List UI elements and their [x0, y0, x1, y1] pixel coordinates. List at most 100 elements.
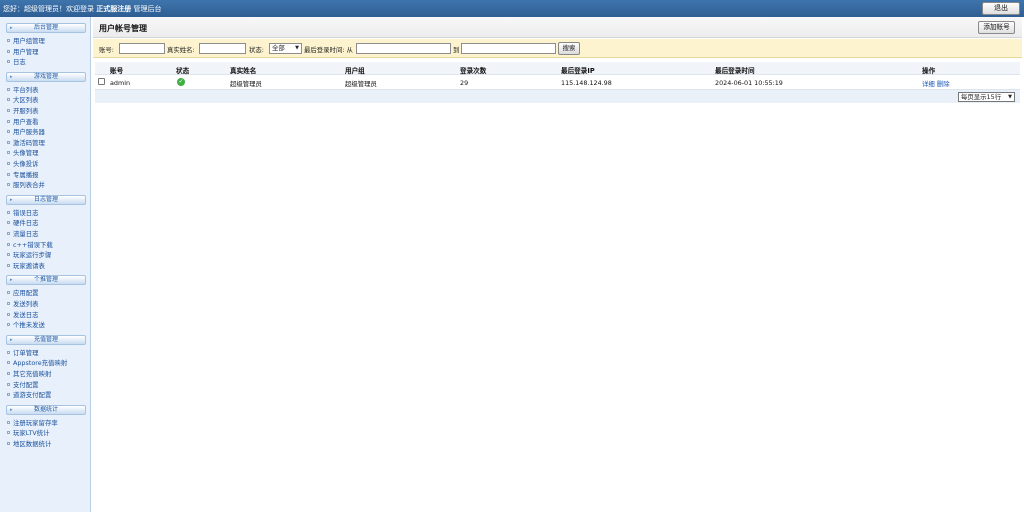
square-bullet-icon — [7, 210, 10, 214]
sidebar-section-header[interactable]: ▸ 日志管理 — [6, 194, 86, 205]
sidebar-item[interactable]: 专属播报 — [7, 171, 39, 180]
status-select[interactable]: 全部 ▼ — [269, 43, 302, 54]
row-checkbox[interactable] — [98, 78, 105, 85]
sidebar-item-label: 平台列表 — [13, 85, 39, 94]
chevron-down-icon: ▼ — [1008, 94, 1012, 100]
square-bullet-icon — [7, 151, 10, 155]
search-button[interactable]: 搜索 — [558, 42, 580, 55]
sidebar-item-label: 开服列表 — [13, 107, 39, 115]
sidebar-item[interactable]: 玩家运行步骤 — [7, 251, 51, 260]
sidebar-section-header[interactable]: ▸ 后台管理 — [6, 23, 86, 33]
sidebar-item[interactable]: 用户查看 — [7, 118, 39, 127]
sidebar-item-label: 日志 — [13, 58, 26, 67]
lastlogin-label: 最后登录时间: 从 — [304, 46, 353, 54]
top-bar: 您好：超级管理员！欢迎登录 正式服注册 管理后台 退出 — [0, 0, 1024, 17]
sidebar-section-title: 个推管理 — [33, 276, 58, 284]
sidebar-item-label: 头像投诉 — [13, 160, 39, 168]
square-bullet-icon — [7, 140, 10, 144]
sidebar-item-label: 头像管理 — [13, 149, 39, 158]
sidebar-item-label: 玩家LTV统计 — [13, 429, 50, 438]
status-selected: 全部 — [272, 44, 285, 52]
sidebar-item-label: 用户服务器 — [13, 128, 45, 137]
sidebar-item[interactable]: 支付配置 — [7, 381, 39, 390]
square-bullet-icon — [7, 242, 10, 246]
sidebar-item[interactable]: 头像投诉 — [7, 160, 39, 169]
sidebar-item[interactable]: 注册玩家留存率 — [7, 419, 58, 428]
delete-link[interactable]: 删除 — [937, 80, 950, 88]
sidebar-item-label: 支付配置 — [13, 380, 39, 389]
square-bullet-icon — [7, 420, 10, 424]
sidebar-item[interactable]: 日志 — [7, 58, 26, 67]
panel-header: 用户帐号管理 添加帐号 — [93, 17, 1022, 38]
per-page-select[interactable]: 每页显示15行 ▼ — [958, 92, 1015, 102]
date-to-input[interactable] — [461, 43, 556, 54]
sidebar-item[interactable]: 用户组管理 — [7, 37, 45, 46]
sidebar-section-title: 后台管理 — [33, 24, 58, 31]
sidebar-section-header[interactable]: ▸ 充值管理 — [6, 334, 86, 345]
sidebar-item-label: 大区列表 — [13, 96, 39, 105]
sidebar-section-header[interactable]: ▸ 个推管理 — [6, 275, 86, 286]
sidebar-section-header[interactable]: ▸ 游戏管理 — [6, 71, 86, 82]
sidebar-item[interactable]: 发送列表 — [7, 300, 39, 309]
sidebar-item[interactable]: 激活码管理 — [7, 139, 45, 148]
sidebar-item[interactable]: 地区数据统计 — [7, 440, 51, 449]
sidebar-item[interactable]: 应用配置 — [7, 289, 39, 298]
col-actions: 操作 — [922, 67, 936, 75]
realname-input[interactable] — [199, 43, 246, 54]
sidebar-item[interactable]: 玩家LTV统计 — [7, 429, 50, 438]
add-account-button[interactable]: 添加帐号 — [978, 21, 1015, 34]
square-bullet-icon — [7, 162, 10, 165]
sidebar-item-label: 个推未发送 — [13, 321, 45, 330]
table-header: 账号 状态 真实姓名 用户组 登录次数 最后登录IP 最后登录时间 操作 — [95, 62, 1020, 75]
col-logins: 登录次数 — [460, 67, 487, 75]
col-time: 最后登录时间 — [715, 67, 755, 75]
sidebar-item[interactable]: 服列表合并 — [7, 181, 45, 190]
sidebar-item-label: 发送日志 — [13, 310, 39, 319]
account-input[interactable] — [119, 43, 165, 54]
sidebar-item-label: 订单管理 — [13, 348, 39, 357]
sidebar-item[interactable]: 其它充值映射 — [7, 370, 51, 379]
sidebar-item[interactable]: 个推未发送 — [7, 321, 45, 330]
chevron-right-icon: ▸ — [10, 196, 13, 203]
square-bullet-icon — [7, 98, 10, 102]
sidebar-item[interactable]: 用户管理 — [7, 48, 39, 57]
sidebar-item[interactable]: 流量日志 — [7, 230, 39, 239]
sidebar-item[interactable]: 用户服务器 — [7, 128, 45, 137]
accounts-table: 账号 状态 真实姓名 用户组 登录次数 最后登录IP 最后登录时间 操作 adm… — [95, 62, 1020, 103]
date-from-input[interactable] — [356, 43, 451, 54]
account-label: 账号: — [99, 46, 114, 54]
sidebar-item[interactable]: 玩家邀请表 — [7, 262, 45, 271]
square-bullet-icon — [7, 393, 10, 397]
sidebar-item[interactable]: 大区列表 — [7, 96, 39, 105]
sidebar-item[interactable]: Appstore充值映射 — [7, 359, 67, 368]
col-status: 状态 — [176, 67, 190, 75]
sidebar-item-label: 玩家邀请表 — [13, 261, 45, 270]
square-bullet-icon — [7, 323, 10, 327]
sidebar-item[interactable]: 道游支付配置 — [7, 391, 51, 400]
sidebar-item[interactable]: 错误日志 — [7, 209, 39, 218]
sidebar-section-title: 日志管理 — [33, 195, 58, 203]
sidebar-section-header[interactable]: ▸ 数据统计 — [6, 404, 86, 415]
sidebar-item-label: 硬件日志 — [13, 219, 39, 228]
sidebar-item[interactable]: 平台列表 — [7, 86, 39, 95]
sidebar-item[interactable]: 开服列表 — [7, 107, 39, 116]
logout-button[interactable]: 退出 — [982, 2, 1020, 15]
sidebar-item[interactable]: 发送日志 — [7, 311, 39, 320]
welcome-prefix: 您好：超级管理员！欢迎登录 — [3, 5, 94, 13]
square-bullet-icon — [7, 119, 10, 123]
sidebar-item[interactable]: 硬件日志 — [7, 219, 39, 228]
sidebar-item[interactable]: 订单管理 — [7, 349, 39, 358]
welcome-text: 您好：超级管理员！欢迎登录 正式服注册 管理后台 — [3, 4, 161, 14]
sidebar-item-label: 专属播报 — [13, 170, 39, 179]
sidebar-item-label: 激活码管理 — [13, 138, 45, 147]
sidebar-item-label: 其它充值映射 — [13, 370, 52, 378]
server-name: 正式服注册 — [96, 5, 132, 13]
sidebar-item[interactable]: 头像管理 — [7, 149, 39, 158]
sidebar-item-label: 用户查看 — [13, 117, 39, 126]
sidebar-item[interactable]: c++错误下载 — [7, 241, 53, 250]
table-row: admin ✓ 超级管理员 超级管理员 29 115.148.124.98 20… — [95, 75, 1020, 89]
page-title: 用户帐号管理 — [99, 24, 147, 33]
filter-bar: 账号: 真实姓名: 状态: 全部 ▼ 最后登录时间: 从 到 搜索 — [93, 39, 1022, 58]
detail-link[interactable]: 详细 — [922, 80, 935, 88]
status-label: 状态: — [249, 46, 264, 54]
